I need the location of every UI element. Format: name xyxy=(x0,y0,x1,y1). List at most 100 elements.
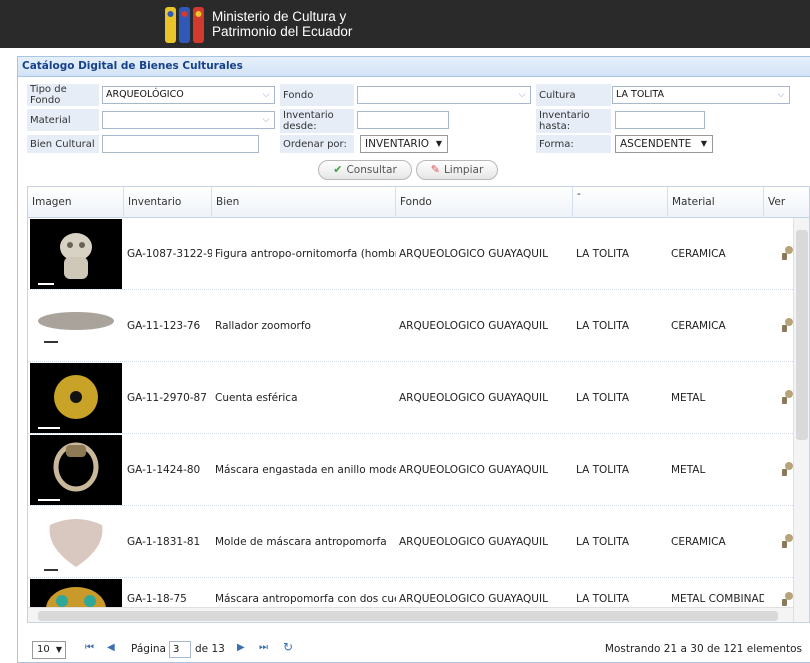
tipo-fondo-label: Tipo de Fondo xyxy=(27,84,99,106)
chevron-down-icon[interactable]: ⌵ xyxy=(258,87,274,103)
page-size-value: 10 xyxy=(37,644,50,655)
row-material: METAL xyxy=(671,464,706,476)
artifact-thumbnail[interactable] xyxy=(30,291,122,361)
bien-cultural-input[interactable] xyxy=(102,135,259,153)
column-header-cultura[interactable]: - xyxy=(573,187,668,218)
check-icon: ✔ xyxy=(333,163,343,176)
view-detail-icon[interactable] xyxy=(780,316,794,334)
ordenar-label: Ordenar por: xyxy=(280,135,354,153)
row-bien: Cuenta esférica xyxy=(215,392,298,404)
row-inventario: GA-11-123-76 xyxy=(127,320,201,332)
row-inventario: GA-1087-3122-9 xyxy=(127,248,212,260)
table-row[interactable]: GA-1087-3122-9 Figura antropo-ornitomorf… xyxy=(28,218,793,290)
consultar-button[interactable]: ✔ Consultar xyxy=(318,160,412,180)
column-header-bien[interactable]: Bien xyxy=(212,187,396,218)
inventario-hasta-label: Inventario hasta: xyxy=(536,109,611,133)
row-cultura: LA TOLITA xyxy=(576,392,630,404)
row-bien: Molde de máscara antropomorfa xyxy=(215,536,387,548)
horizontal-scrollbar[interactable] xyxy=(28,607,793,622)
inventario-desde-input[interactable] xyxy=(357,111,449,129)
row-cultura: LA TOLITA xyxy=(576,320,630,332)
fondo-combo[interactable]: ⌵ xyxy=(357,86,531,104)
chevron-down-icon[interactable]: ⌵ xyxy=(514,87,530,103)
page-label: Página xyxy=(131,643,166,655)
tipo-fondo-combo[interactable]: ARQUEOLÓGICO ⌵ xyxy=(102,86,275,104)
first-page-icon[interactable]: ⏮ xyxy=(85,642,94,653)
refresh-icon[interactable]: ↻ xyxy=(283,640,293,654)
row-inventario: GA-11-2970-87 xyxy=(127,392,207,404)
ministry-name: Ministerio de Cultura y Patrimonio del E… xyxy=(212,9,352,39)
forma-value: ASCENDENTE xyxy=(620,138,692,150)
page-number-input[interactable]: 3 xyxy=(169,641,191,658)
row-inventario: GA-1-1831-81 xyxy=(127,536,201,548)
pagination-bar: 10 ▼ ⏮ ◀ Página 3 de 13 ▶ ⏭ ↻ Mostrando … xyxy=(27,638,810,662)
row-fondo: ARQUEOLOGICO GUAYAQUIL xyxy=(399,464,548,476)
limpiar-label: Limpiar xyxy=(443,164,484,176)
row-material: CERAMICA xyxy=(671,536,726,548)
column-header-inventario[interactable]: Inventario xyxy=(124,187,212,218)
view-detail-icon[interactable] xyxy=(780,590,794,608)
tipo-fondo-value: ARQUEOLÓGICO xyxy=(106,89,184,100)
row-fondo: ARQUEOLOGICO GUAYAQUIL xyxy=(399,536,548,548)
dropdown-arrow-icon: ▼ xyxy=(700,139,707,148)
table-row[interactable]: GA-1-1424-80 Máscara engastada en anillo… xyxy=(28,434,793,506)
column-header-imagen[interactable]: Imagen xyxy=(28,187,124,218)
forma-label: Forma: xyxy=(536,135,611,153)
table-row[interactable]: GA-11-2970-87 Cuenta esférica ARQUEOLOGI… xyxy=(28,362,793,434)
column-header-ver[interactable]: Ver xyxy=(764,187,793,218)
dropdown-arrow-icon: ▼ xyxy=(435,139,442,148)
chevron-down-icon[interactable]: ⌵ xyxy=(773,87,789,103)
view-detail-icon[interactable] xyxy=(780,532,794,550)
table-row[interactable]: GA-1-1831-81 Molde de máscara antropomor… xyxy=(28,506,793,578)
column-header-fondo[interactable]: Fondo xyxy=(396,187,573,218)
table-row[interactable]: GA-11-123-76 Rallador zoomorfo ARQUEOLOG… xyxy=(28,290,793,362)
ministry-name-line2: Patrimonio del Ecuador xyxy=(212,24,353,39)
page-count: de 13 xyxy=(195,643,225,655)
vertical-scrollbar[interactable] xyxy=(793,218,809,622)
row-fondo: ARQUEOLOGICO GUAYAQUIL xyxy=(399,320,548,332)
material-combo[interactable]: ⌵ xyxy=(102,111,275,129)
ordenar-select[interactable]: INVENTARIO ▼ xyxy=(360,135,448,153)
vertical-scrollbar-thumb[interactable] xyxy=(796,230,808,440)
inventario-hasta-input[interactable] xyxy=(615,111,705,129)
dropdown-arrow-icon: ▼ xyxy=(55,645,62,654)
last-page-icon[interactable]: ⏭ xyxy=(259,642,268,653)
consultar-label: Consultar xyxy=(346,164,397,176)
chevron-down-icon[interactable]: ⌵ xyxy=(258,112,274,128)
row-material: CERAMICA xyxy=(671,248,726,260)
panel-title: Catálogo Digital de Bienes Culturales xyxy=(18,57,810,77)
view-detail-icon[interactable] xyxy=(780,460,794,478)
material-label: Material xyxy=(27,109,99,131)
fondo-label: Fondo xyxy=(280,84,354,106)
next-page-icon[interactable]: ▶ xyxy=(237,642,245,653)
view-detail-icon[interactable] xyxy=(780,388,794,406)
row-bien: Máscara engastada en anillo moder xyxy=(215,464,396,476)
grid-header: Imagen Inventario Bien Fondo - Material … xyxy=(28,187,809,218)
row-cultura: LA TOLITA xyxy=(576,536,630,548)
artifact-thumbnail[interactable] xyxy=(30,507,122,577)
eraser-icon: ✎ xyxy=(430,163,440,176)
ministry-logo xyxy=(165,7,204,43)
row-bien: Rallador zoomorfo xyxy=(215,320,311,332)
row-fondo: ARQUEOLOGICO GUAYAQUIL xyxy=(399,392,548,404)
view-detail-icon[interactable] xyxy=(780,244,794,262)
row-material: METAL xyxy=(671,392,706,404)
row-bien: Figura antropo-ornitomorfa (hombr xyxy=(215,248,396,260)
limpiar-button[interactable]: ✎ Limpiar xyxy=(416,160,498,180)
forma-select[interactable]: ASCENDENTE ▼ xyxy=(615,135,713,153)
ordenar-value: INVENTARIO xyxy=(365,138,430,150)
artifact-thumbnail[interactable] xyxy=(30,363,122,433)
pagination-status: Mostrando 21 a 30 de 121 elementos xyxy=(604,643,802,655)
artifact-thumbnail[interactable] xyxy=(30,435,122,505)
cultura-combo[interactable]: LA TOLITA ⌵ xyxy=(612,86,790,104)
cultura-label: Cultura xyxy=(536,84,611,106)
cultura-value: LA TOLITA xyxy=(616,89,664,100)
artifact-thumbnail[interactable] xyxy=(30,219,122,289)
bien-cultural-label: Bien Cultural xyxy=(27,135,99,153)
column-header-material[interactable]: Material xyxy=(668,187,764,218)
previous-page-icon[interactable]: ◀ xyxy=(107,642,115,653)
page-size-select[interactable]: 10 ▼ xyxy=(32,641,66,659)
horizontal-scrollbar-thumb[interactable] xyxy=(38,611,778,621)
inventario-desde-label: Inventario desde: xyxy=(280,109,354,133)
row-cultura: LA TOLITA xyxy=(576,248,630,260)
